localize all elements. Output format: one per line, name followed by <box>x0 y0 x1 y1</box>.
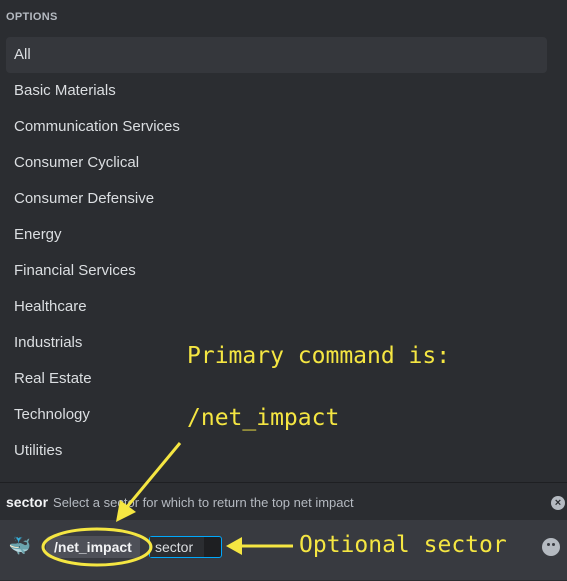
annotation-primary-line2: /net_impact <box>187 405 340 431</box>
option-financial-services[interactable]: Financial Services <box>6 253 547 289</box>
option-info: sector Select a sector for which to retur… <box>6 494 354 510</box>
option-basic-materials[interactable]: Basic Materials <box>6 73 547 109</box>
option-consumer-cyclical[interactable]: Consumer Cyclical <box>6 145 547 181</box>
close-icon[interactable]: × <box>551 496 565 510</box>
annotation-primary-line1: Primary command is: <box>187 343 451 369</box>
options-header: OPTIONS <box>6 11 58 23</box>
emoji-icon[interactable] <box>542 538 560 556</box>
sector-option-label: sector <box>150 537 204 557</box>
bot-avatar-icon: 🐳 <box>8 536 32 556</box>
option-all[interactable]: All <box>6 37 547 73</box>
option-utilities[interactable]: Utilities <box>6 433 547 469</box>
sector-option-chip[interactable]: sector <box>149 536 222 558</box>
option-consumer-defensive[interactable]: Consumer Defensive <box>6 181 547 217</box>
option-communication-services[interactable]: Communication Services <box>6 109 547 145</box>
command-pill[interactable]: /net_impact <box>46 536 140 558</box>
option-healthcare[interactable]: Healthcare <box>6 289 547 325</box>
option-description: Select a sector for which to return the … <box>53 495 354 510</box>
option-name: sector <box>6 494 49 510</box>
annotation-optional: Optional sector <box>299 532 507 558</box>
option-energy[interactable]: Energy <box>6 217 547 253</box>
